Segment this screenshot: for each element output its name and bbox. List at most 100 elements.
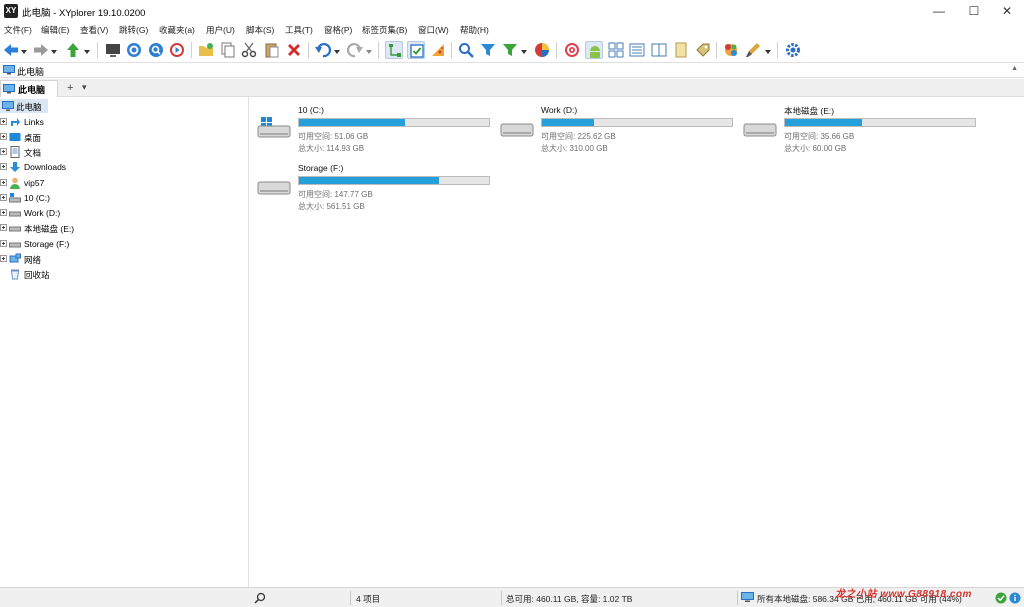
tree-item-network[interactable]: 网络 [0, 252, 249, 266]
tree-item-label: Work (D:) [24, 208, 61, 218]
back-dropdown-icon[interactable] [21, 47, 27, 54]
expand-icon[interactable] [0, 224, 7, 231]
expand-icon[interactable] [0, 148, 7, 155]
search-icon[interactable] [254, 592, 266, 604]
drive-tile-f[interactable]: Storage (F:) 可用空间: 147.77 GB 总大小: 561.51… [251, 161, 491, 215]
space-summary: 总可用: 460.11 GB, 容量: 1.02 TB [506, 594, 633, 604]
color-filter-icon[interactable] [533, 41, 551, 59]
maximize-button[interactable]: ☐ [957, 0, 991, 22]
tree-item-this-pc[interactable]: 此电脑 [0, 99, 48, 113]
address-path[interactable]: 此电脑 [17, 65, 44, 78]
dual-pane-icon[interactable] [650, 41, 668, 59]
undo-dropdown-icon[interactable] [334, 47, 340, 54]
preview-icon[interactable] [672, 41, 690, 59]
android-icon[interactable] [585, 41, 603, 59]
target-icon[interactable] [125, 41, 143, 59]
desktop-icon[interactable] [104, 41, 122, 59]
desktop-folder-icon [9, 133, 21, 141]
tree-item-recycle-bin[interactable]: 回收站 [0, 267, 249, 281]
up-dropdown-icon[interactable] [84, 47, 90, 54]
menu-edit[interactable]: 编辑(E) [41, 24, 69, 36]
menu-go[interactable]: 跳转(G) [119, 24, 148, 36]
drive-tile-c[interactable]: 10 (C:) 可用空间: 51.06 GB 总大小: 114.93 GB [251, 103, 491, 157]
forward-icon[interactable] [32, 41, 50, 59]
app-icon[interactable]: XY [4, 4, 18, 18]
filter-dropdown-icon[interactable] [521, 47, 527, 54]
redo-icon[interactable] [346, 41, 364, 59]
tree-item-label: 桌面 [24, 133, 42, 143]
tree-item-user[interactable]: vip57 [0, 176, 249, 190]
menu-tabsets[interactable]: 标签页集(B) [362, 24, 407, 36]
expand-icon[interactable] [0, 163, 7, 170]
tree-item-drive-d[interactable]: Work (D:) [0, 206, 249, 220]
menu-tools[interactable]: 工具(T) [285, 24, 313, 36]
menu-view[interactable]: 查看(V) [80, 24, 108, 36]
expand-icon[interactable] [0, 133, 7, 140]
copy-icon[interactable] [219, 41, 237, 59]
redo-dropdown-icon[interactable] [366, 47, 372, 54]
user-icon [10, 177, 20, 189]
forward-dropdown-icon[interactable] [51, 47, 57, 54]
visual-filter-icon[interactable] [501, 41, 519, 59]
tab-list-button[interactable]: ▾ [82, 82, 87, 93]
menu-window[interactable]: 窗口(W) [418, 24, 449, 36]
tree-item-links[interactable]: Links [0, 115, 249, 129]
minimize-button[interactable]: — [922, 0, 956, 22]
status-separator [501, 591, 502, 605]
settings-gear-icon[interactable] [784, 41, 802, 59]
scroll-up-icon[interactable]: ▲ [1011, 65, 1018, 72]
expand-icon[interactable] [0, 255, 7, 262]
tree-item-drive-f[interactable]: Storage (F:) [0, 237, 249, 251]
find-files-icon[interactable] [457, 41, 475, 59]
back-icon[interactable] [2, 41, 20, 59]
toolbar-separator [556, 42, 557, 58]
thumbnails-icon[interactable] [607, 41, 625, 59]
expand-icon[interactable] [0, 179, 7, 186]
new-folder-icon[interactable] [197, 41, 215, 59]
play-circle-icon[interactable] [168, 41, 186, 59]
new-tab-button[interactable]: + [67, 82, 73, 94]
expand-icon[interactable] [0, 240, 7, 247]
close-window-button[interactable]: ✕ [990, 0, 1024, 22]
up-icon[interactable] [64, 41, 82, 59]
tab-this-pc[interactable]: 此电脑 [0, 80, 58, 97]
menu-panes[interactable]: 窗格(P) [324, 24, 352, 36]
delete-icon[interactable] [285, 41, 303, 59]
cut-icon[interactable] [240, 41, 258, 59]
menu-user[interactable]: 用户(U) [206, 24, 235, 36]
tree-item-desktop[interactable]: 桌面 [0, 130, 249, 144]
expand-icon[interactable] [0, 209, 7, 216]
status-separator [737, 591, 738, 605]
tree-toggle-icon[interactable] [385, 41, 403, 59]
menu-help[interactable]: 帮助(H) [460, 24, 489, 36]
address-bar[interactable]: 此电脑 ▲ [0, 62, 1024, 78]
drive-tile-e[interactable]: 本地磁盘 (E:) 可用空间: 35.66 GB 总大小: 60.00 GB [737, 103, 977, 157]
tree-item-drive-e[interactable]: 本地磁盘 (E:) [0, 221, 249, 235]
menu-file[interactable]: 文件(F) [4, 24, 32, 36]
paste-icon[interactable] [263, 41, 281, 59]
drive-icon [257, 181, 291, 195]
drive-tile-d[interactable]: Work (D:) 可用空间: 225.62 GB 总大小: 310.00 GB [494, 103, 734, 157]
folder-tree[interactable]: 此电脑 Links 桌面 文档 Downloads vip57 10 (C:) … [0, 97, 249, 587]
file-list-pane[interactable]: 10 (C:) 可用空间: 51.06 GB 总大小: 114.93 GB Wo… [250, 97, 1024, 587]
expand-icon[interactable] [0, 194, 7, 201]
tree-item-drive-c[interactable]: 10 (C:) [0, 191, 249, 205]
brush-icon[interactable] [744, 41, 762, 59]
filter-icon[interactable] [479, 41, 497, 59]
menu-scripting[interactable]: 脚本(S) [246, 24, 274, 36]
tree-item-downloads[interactable]: Downloads [0, 160, 249, 174]
pizza-icon[interactable] [429, 41, 447, 59]
search-circle-icon[interactable] [147, 41, 165, 59]
tree-item-documents[interactable]: 文档 [0, 145, 249, 159]
undo-icon[interactable] [314, 41, 332, 59]
color-gear-icon[interactable] [722, 41, 740, 59]
drive-free-space: 可用空间: 147.77 GB [298, 190, 373, 199]
tree-item-label: vip57 [24, 178, 45, 188]
checkbox-toggle-icon[interactable] [407, 41, 425, 59]
tag-icon[interactable] [694, 41, 712, 59]
bullseye-icon[interactable] [563, 41, 581, 59]
brush-dropdown-icon[interactable] [765, 47, 771, 54]
menu-favorites[interactable]: 收藏夹(a) [159, 24, 195, 36]
expand-icon[interactable] [0, 118, 7, 125]
details-view-icon[interactable] [628, 41, 646, 59]
